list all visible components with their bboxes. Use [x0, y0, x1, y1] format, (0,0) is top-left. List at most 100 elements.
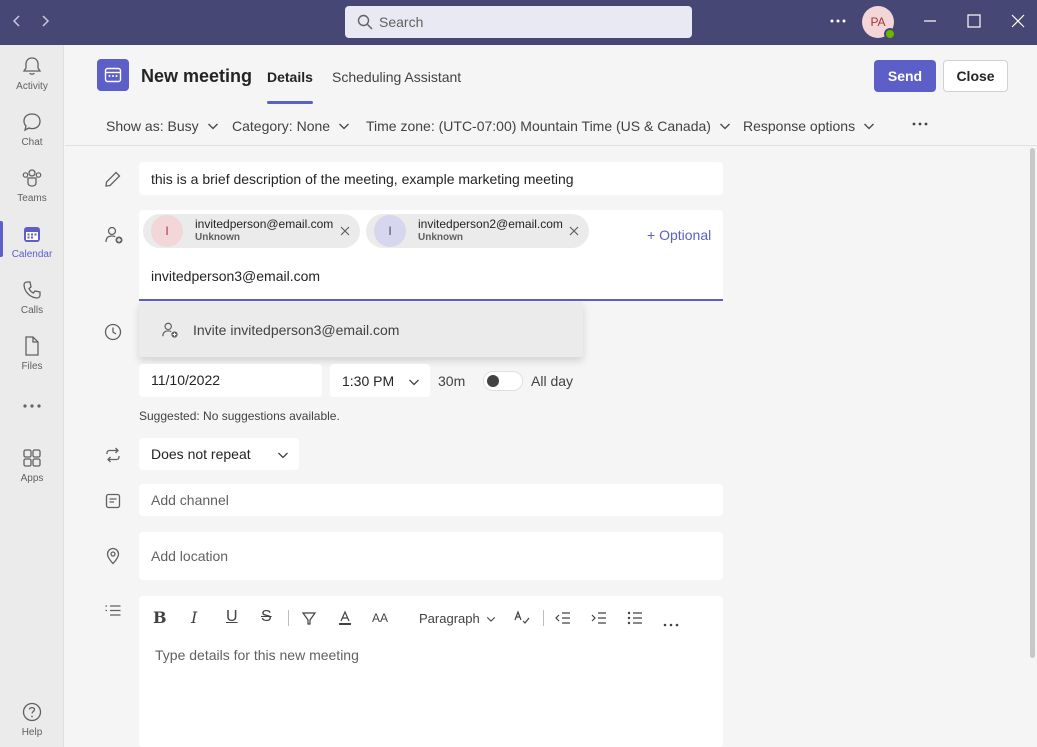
more-options-button[interactable]: [903, 120, 929, 128]
invite-suggestion[interactable]: Invite invitedperson3@email.com: [139, 302, 583, 357]
chevron-down-icon: [864, 123, 875, 130]
rail-label-help: Help: [21, 727, 43, 738]
attendee-chip[interactable]: I invitedperson2@email.com Unknown: [366, 214, 589, 248]
attendee-email: invitedperson2@email.com: [418, 217, 563, 231]
rail-item-calendar[interactable]: Calendar: [0, 213, 64, 265]
start-date-value: 11/10/2022: [151, 372, 221, 388]
close-window-icon[interactable]: [1010, 13, 1026, 32]
bold-icon[interactable]: B: [153, 608, 167, 627]
attendee-chip[interactable]: I invitedperson@email.com Unknown: [143, 214, 360, 248]
close-button[interactable]: Close: [943, 60, 1008, 92]
add-person-icon: [104, 225, 124, 248]
forward-arrow-icon[interactable]: [38, 12, 52, 32]
attendee-avatar: I: [151, 215, 183, 247]
paragraph-style-dropdown[interactable]: Paragraph: [419, 611, 496, 626]
presence-available-icon: [884, 28, 896, 40]
remove-attendee-icon[interactable]: [568, 224, 580, 240]
page-title: New meeting: [141, 66, 253, 86]
attendee-avatar: I: [374, 215, 406, 247]
start-time-dropdown[interactable]: 1:30 PM: [330, 364, 430, 397]
more-dots-icon: [912, 122, 928, 126]
vertical-scrollbar[interactable]: [1028, 146, 1037, 747]
chevron-down-icon: [278, 452, 288, 459]
tab-details[interactable]: Details: [267, 69, 313, 104]
rail-label-files: Files: [21, 361, 43, 372]
rail-item-calls[interactable]: Calls: [0, 269, 64, 321]
rail-item-activity[interactable]: Activity: [0, 45, 64, 97]
italic-icon[interactable]: I: [191, 608, 197, 627]
channel-input[interactable]: Add channel: [139, 484, 723, 516]
rail-item-apps[interactable]: Apps: [0, 437, 64, 489]
chevron-down-icon: [486, 616, 495, 622]
rail-label-teams: Teams: [17, 193, 47, 204]
meeting-title-input[interactable]: this is a brief description of the meeti…: [139, 162, 723, 195]
rail-label-chat: Chat: [21, 137, 43, 148]
send-button[interactable]: Send: [874, 60, 936, 92]
maximize-icon[interactable]: [966, 13, 982, 32]
underline-icon[interactable]: U: [226, 608, 238, 626]
phone-icon: [23, 281, 41, 299]
rail-more-apps[interactable]: [0, 391, 64, 421]
meeting-details-editor[interactable]: B I U S AA Paragraph Type details for th…: [139, 596, 723, 747]
bell-icon: [22, 57, 42, 75]
tab-scheduling-assistant[interactable]: Scheduling Assistant: [332, 69, 461, 85]
search-input[interactable]: Search: [345, 6, 692, 38]
remove-attendee-icon[interactable]: [339, 224, 351, 240]
decrease-indent-icon[interactable]: [555, 610, 571, 631]
all-day-toggle[interactable]: [483, 371, 523, 391]
more-formatting-icon[interactable]: [663, 615, 679, 633]
repeat-dropdown[interactable]: Does not repeat: [139, 438, 299, 470]
increase-indent-icon[interactable]: [591, 610, 607, 631]
response-options-dropdown[interactable]: Response options: [743, 118, 875, 134]
search-placeholder: Search: [379, 14, 424, 30]
back-arrow-icon[interactable]: [10, 12, 24, 32]
rail-item-help[interactable]: Help: [0, 691, 64, 743]
details-list-icon: [104, 603, 122, 624]
attendee-status: Unknown: [418, 232, 463, 243]
bulleted-list-icon[interactable]: [627, 610, 643, 631]
title-bar: Search PA: [0, 0, 1037, 45]
start-date-input[interactable]: 11/10/2022: [139, 364, 322, 397]
scrollbar-thumb[interactable]: [1030, 148, 1035, 658]
user-avatar[interactable]: PA: [862, 6, 896, 40]
apps-icon: [23, 449, 41, 467]
repeat-icon: [104, 446, 122, 467]
attendee-input-value[interactable]: invitedperson3@email.com: [151, 268, 320, 284]
rail-item-teams[interactable]: Teams: [0, 157, 64, 209]
optional-attendees-link[interactable]: + Optional: [647, 227, 711, 243]
location-icon: [104, 547, 122, 568]
location-placeholder: Add location: [151, 548, 229, 564]
help-icon: [22, 702, 42, 722]
meeting-header: New meeting Details Scheduling Assistant…: [65, 45, 1037, 105]
spell-check-icon[interactable]: [513, 610, 531, 631]
start-time-value: 1:30 PM: [342, 372, 395, 389]
repeat-value: Does not repeat: [151, 446, 251, 462]
toolbar-divider: [543, 610, 544, 626]
category-dropdown[interactable]: Category: None: [232, 118, 350, 134]
teams-icon: [22, 169, 42, 187]
location-input[interactable]: Add location: [139, 532, 723, 580]
toggle-knob: [487, 375, 499, 387]
time-zone-dropdown[interactable]: Time zone: (UTC-07:00) Mountain Time (US…: [366, 118, 731, 134]
font-color-icon[interactable]: [337, 610, 353, 631]
font-size-icon[interactable]: AA: [372, 611, 388, 625]
chevron-down-icon: [719, 123, 730, 130]
strikethrough-icon[interactable]: S: [261, 608, 272, 626]
suggested-times-text: Suggested: No suggestions available.: [139, 409, 340, 423]
attendee-status: Unknown: [195, 232, 240, 243]
highlight-icon[interactable]: [301, 610, 317, 631]
more-options-icon[interactable]: [829, 12, 847, 33]
rail-label-activity: Activity: [16, 81, 48, 92]
rail-item-chat[interactable]: Chat: [0, 101, 64, 153]
rail-label-calls: Calls: [20, 305, 44, 316]
add-person-icon: [161, 321, 179, 339]
meeting-title-value: this is a brief description of the meeti…: [151, 171, 574, 187]
show-as-dropdown[interactable]: Show as: Busy: [106, 118, 219, 134]
channel-placeholder: Add channel: [151, 492, 229, 508]
rail-item-files[interactable]: Files: [0, 325, 64, 377]
minimize-icon[interactable]: [922, 13, 938, 32]
chevron-down-icon: [339, 123, 350, 130]
app-rail: Activity Chat Teams Calendar Calls Files…: [0, 45, 64, 747]
attendee-info: invitedperson2@email.com Unknown: [418, 218, 563, 244]
clock-icon: [104, 323, 122, 344]
